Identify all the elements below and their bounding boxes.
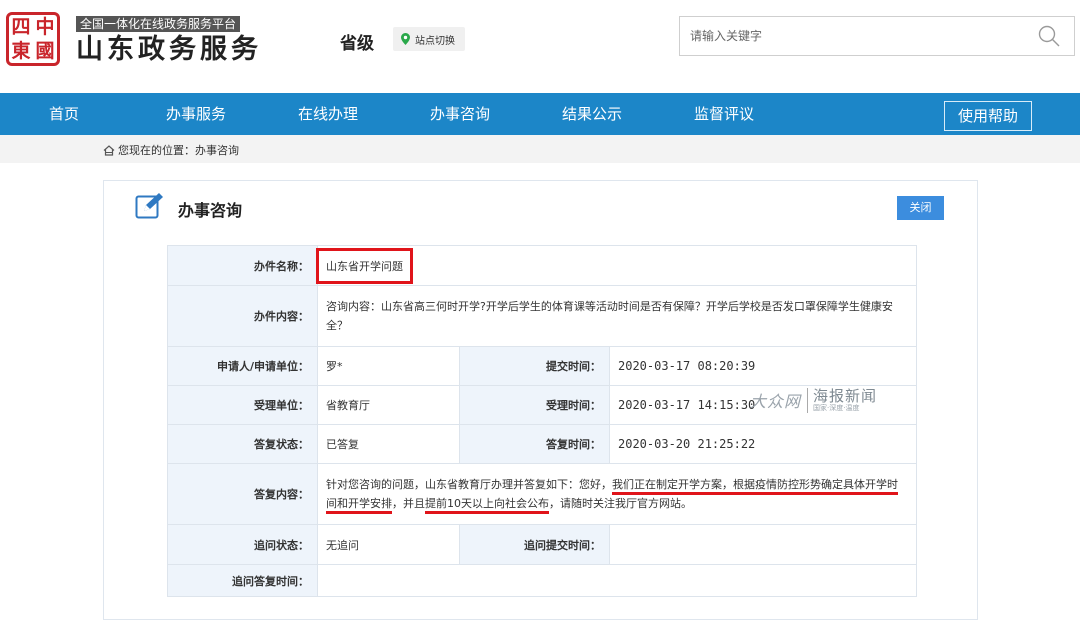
dept-label: 受理单位： bbox=[167, 385, 318, 425]
name-value: 山东省开学问题 bbox=[326, 259, 403, 273]
detail-table: 办件名称： 山东省开学问题 办件内容： 咨询内容：山东省高三何时开学?开学后学生… bbox=[167, 245, 918, 597]
logo-char: 四 bbox=[11, 16, 31, 38]
reply-status-value: 已答复 bbox=[317, 424, 460, 464]
accept-time-label: 受理时间： bbox=[459, 385, 610, 425]
site-switch-label: 站点切换 bbox=[415, 35, 455, 47]
submit-time-value: 2020-03-17 08:20:39 bbox=[608, 346, 918, 386]
logo-char: 中 bbox=[35, 16, 55, 38]
applicant-value: 罗* bbox=[317, 346, 460, 386]
content-label: 办件内容： bbox=[167, 285, 318, 347]
watermark-sub: 国家·深度·温度 bbox=[813, 403, 860, 412]
logo-char: 國 bbox=[35, 40, 55, 62]
nav-item-services[interactable]: 办事服务 bbox=[160, 93, 232, 135]
site-title[interactable]: 山东政务服务 bbox=[76, 33, 262, 67]
home-icon bbox=[103, 144, 115, 156]
platform-tag: 全国一体化在线政务服务平台 bbox=[76, 16, 241, 32]
dept-value: 省教育厅 bbox=[317, 385, 460, 425]
submit-time-label: 提交时间： bbox=[459, 346, 610, 386]
site-switch-button[interactable]: 站点切换 bbox=[393, 27, 465, 51]
table-row: 答复状态： 已答复 答复时间： 2020-03-20 21:25:22 bbox=[167, 424, 918, 464]
followup-submit-label: 追问提交时间： bbox=[459, 524, 610, 565]
table-row: 办件名称： 山东省开学问题 bbox=[167, 245, 918, 286]
nav-item-results[interactable]: 结果公示 bbox=[556, 93, 628, 135]
close-button[interactable]: 关闭 bbox=[897, 196, 944, 220]
name-cell: 山东省开学问题 bbox=[316, 245, 918, 286]
table-row: 办件内容： 咨询内容：山东省高三何时开学?开学后学生的体育课等活动时间是否有保障… bbox=[167, 285, 918, 347]
content-value: 咨询内容：山东省高三何时开学?开学后学生的体育课等活动时间是否有保障？开学后学校… bbox=[316, 285, 918, 347]
header: 四 中 東 國 全国一体化在线政务服务平台 山东政务服务 省级 站点切换 bbox=[0, 0, 1080, 93]
search-input[interactable] bbox=[680, 17, 1020, 55]
table-row: 追问答复时间： bbox=[167, 564, 918, 597]
followup-status-value: 无追问 bbox=[317, 524, 460, 565]
reply-underlined-text: 提前10天以上向社会公布 bbox=[425, 497, 549, 514]
search-box bbox=[679, 16, 1075, 56]
nav-item-online[interactable]: 在线办理 bbox=[292, 93, 364, 135]
followup-reply-label: 追问答复时间： bbox=[167, 564, 318, 597]
main-nav: 首页 办事服务 在线办理 办事咨询 结果公示 监督评议 使用帮助 bbox=[0, 93, 1080, 135]
applicant-label: 申请人/申请单位： bbox=[167, 346, 318, 386]
nav-item-consult[interactable]: 办事咨询 bbox=[424, 93, 496, 135]
reply-text-part: 针对您咨询的问题，山东省教育厅办理并答复如下：您好， bbox=[326, 478, 612, 491]
name-label: 办件名称： bbox=[167, 245, 318, 286]
help-button[interactable]: 使用帮助 bbox=[944, 101, 1032, 131]
level-label: 省级 bbox=[340, 34, 374, 54]
table-row: 答复内容： 针对您咨询的问题，山东省教育厅办理并答复如下：您好，我们正在制定开学… bbox=[167, 463, 918, 525]
panel-title: 办事咨询 bbox=[178, 201, 243, 220]
watermark-box: 海报新闻 国家·深度·温度 bbox=[807, 386, 878, 413]
followup-reply-value bbox=[316, 564, 918, 597]
search-icon[interactable] bbox=[1038, 25, 1060, 47]
reply-status-label: 答复状态： bbox=[167, 424, 318, 464]
edit-icon bbox=[135, 193, 163, 219]
reply-label: 答复内容： bbox=[167, 463, 318, 525]
reply-time-label: 答复时间： bbox=[459, 424, 610, 464]
reply-text-part: ，并且 bbox=[392, 497, 425, 510]
highlighted-name: 山东省开学问题 bbox=[316, 247, 413, 284]
followup-submit-value bbox=[608, 524, 918, 565]
table-row: 追问状态： 无追问 追问提交时间： bbox=[167, 524, 918, 565]
followup-status-label: 追问状态： bbox=[167, 524, 318, 565]
table-row: 申请人/申请单位： 罗* 提交时间： 2020-03-17 08:20:39 bbox=[167, 346, 918, 386]
logo-char: 東 bbox=[11, 40, 31, 62]
breadcrumb: 您现在的位置：办事咨询 bbox=[0, 135, 1080, 163]
breadcrumb-text: 您现在的位置：办事咨询 bbox=[118, 144, 239, 157]
nav-item-home[interactable]: 首页 bbox=[44, 93, 84, 135]
watermark-script: 大众网 bbox=[750, 392, 802, 411]
nav-item-evaluation[interactable]: 监督评议 bbox=[688, 93, 760, 135]
reply-text-part: ，请随时关注我厅官方网站。 bbox=[549, 497, 692, 510]
reply-time-value: 2020-03-20 21:25:22 bbox=[608, 424, 918, 464]
logo-seal[interactable]: 四 中 東 國 bbox=[6, 12, 60, 66]
reply-content: 针对您咨询的问题，山东省教育厅办理并答复如下：您好，我们正在制定开学方案，根据疫… bbox=[316, 463, 918, 525]
watermark-main: 海报新闻 bbox=[813, 386, 878, 405]
location-pin-icon bbox=[401, 33, 410, 45]
watermark-logo: 大众网 海报新闻 国家·深度·温度 bbox=[750, 385, 877, 415]
